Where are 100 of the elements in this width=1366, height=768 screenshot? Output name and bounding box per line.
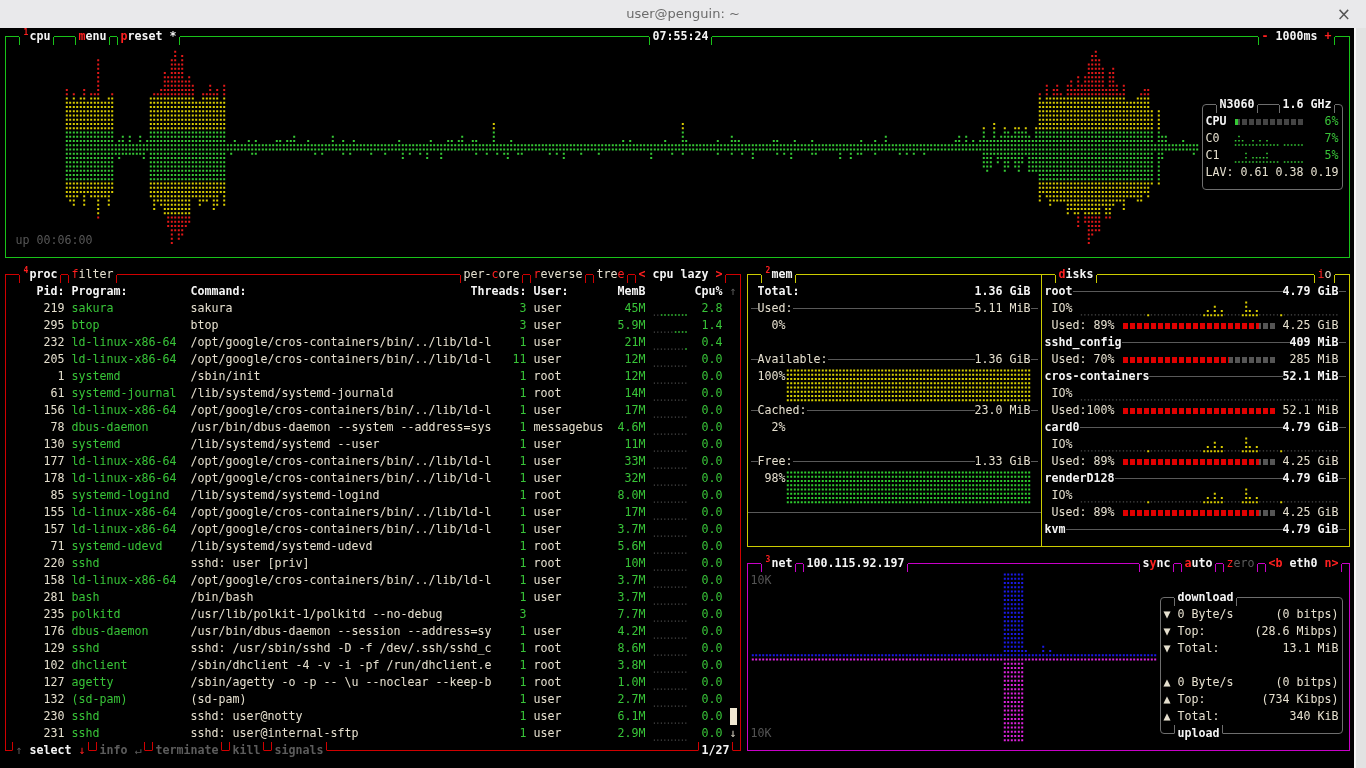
previous-interface-button[interactable]: <b bbox=[1268, 556, 1283, 570]
cpu-sparkline bbox=[653, 552, 686, 554]
memory-cell: 14M bbox=[624, 386, 646, 400]
header-option[interactable]: auto bbox=[1181, 555, 1216, 572]
key-hint: ↑ bbox=[15, 743, 23, 757]
command-cell: /opt/google/cros-containers/bin/../lib/ld-l bbox=[190, 505, 492, 519]
program-cell: dbus-daemon bbox=[71, 420, 149, 434]
cpu-sparkline bbox=[653, 654, 686, 656]
program-cell: dbus-daemon bbox=[71, 624, 149, 638]
disk-used: 52.1 MiB bbox=[1282, 403, 1339, 417]
filter-option[interactable]: filter bbox=[68, 266, 117, 283]
program-cell: dhclient bbox=[71, 658, 128, 672]
column-header[interactable]: Pid: bbox=[36, 284, 65, 298]
interval-increase-button[interactable]: + bbox=[1324, 29, 1332, 43]
key-hint: ↓ bbox=[78, 743, 86, 757]
column-header[interactable]: User: bbox=[533, 284, 569, 298]
disks-title[interactable]: disks bbox=[1055, 266, 1097, 283]
user-cell: user bbox=[533, 522, 562, 536]
pid-cell: 132 bbox=[43, 692, 65, 706]
command-cell: /opt/google/cros-containers/bin/../lib/ld-l bbox=[190, 335, 492, 349]
scroll-down-arrow[interactable]: ↓ bbox=[729, 725, 737, 742]
threads-cell: 1 bbox=[519, 471, 527, 485]
disk-name: renderD128 bbox=[1044, 470, 1115, 487]
column-header[interactable]: Threads: bbox=[470, 284, 527, 298]
rate-value: (28.6 Mibps) bbox=[1254, 623, 1339, 640]
cpu-label: CPU bbox=[1205, 113, 1227, 130]
memory-cell: 7.7M bbox=[617, 607, 646, 621]
footer-option[interactable]: select bbox=[29, 743, 72, 757]
pid-cell: 205 bbox=[43, 352, 65, 366]
scroll-thumb[interactable] bbox=[729, 708, 737, 725]
core-percent: 7% bbox=[1324, 130, 1339, 147]
cpu-cell: 0.0 bbox=[701, 352, 723, 366]
header-option[interactable]: preset * bbox=[117, 28, 180, 45]
pid-cell: 1 bbox=[57, 369, 65, 383]
user-cell: messagebus bbox=[533, 420, 604, 434]
rate-label: 0 Byte/s bbox=[1177, 606, 1234, 623]
threads-cell: 1 bbox=[519, 505, 527, 519]
memory-cell: 3.7M bbox=[617, 573, 646, 587]
used-percent: 100% bbox=[1086, 403, 1115, 417]
process-count: 1/27 bbox=[698, 742, 733, 759]
cpu-sparkline bbox=[653, 450, 686, 452]
user-cell: root bbox=[533, 386, 562, 400]
rate-arrow: ▼ bbox=[1163, 623, 1171, 640]
column-header[interactable]: Command: bbox=[190, 284, 247, 298]
memory-cell: 32M bbox=[624, 471, 646, 485]
cpu-sparkline bbox=[653, 518, 686, 520]
interval-decrease-button[interactable]: - bbox=[1261, 29, 1269, 43]
column-header[interactable]: MemB bbox=[617, 284, 646, 298]
program-cell: sakura bbox=[71, 301, 114, 315]
used-label: Used: bbox=[1051, 402, 1087, 419]
cpu-cell: 0.0 bbox=[701, 454, 723, 468]
user-cell: user bbox=[533, 437, 562, 451]
column-header[interactable]: Program: bbox=[71, 284, 128, 298]
header-option[interactable]: tree bbox=[593, 266, 628, 283]
rate-label: Top: bbox=[1177, 691, 1206, 708]
close-button[interactable]: × bbox=[1334, 5, 1353, 23]
used-label: Used: bbox=[1051, 504, 1087, 521]
memory-label: Available: bbox=[757, 351, 828, 368]
memory-cell: 17M bbox=[624, 403, 646, 417]
cpu-sparkline bbox=[653, 382, 686, 384]
rate-label: Total: bbox=[1177, 708, 1220, 725]
disk-name: root bbox=[1044, 283, 1073, 300]
pid-cell: 232 bbox=[43, 335, 65, 349]
command-cell: /opt/google/cros-containers/bin/../lib/ld-l bbox=[190, 522, 492, 536]
pid-cell: 78 bbox=[50, 420, 65, 434]
cpu-cell: 0.0 bbox=[701, 505, 723, 519]
program-cell: ld-linux-x86-64 bbox=[71, 352, 177, 366]
user-cell: user bbox=[533, 471, 562, 485]
user-cell: user bbox=[533, 505, 562, 519]
threads-cell: 1 bbox=[519, 709, 527, 723]
user-cell: root bbox=[533, 539, 562, 553]
pid-cell: 158 bbox=[43, 573, 65, 587]
terminal-scrollbar[interactable] bbox=[1354, 28, 1366, 768]
column-header[interactable]: Cpu% bbox=[694, 284, 723, 298]
next-interface-button[interactable]: n> bbox=[1324, 556, 1339, 570]
sort-next-button[interactable]: > bbox=[715, 267, 723, 281]
pid-cell: 281 bbox=[43, 590, 65, 604]
pid-cell: 129 bbox=[43, 641, 65, 655]
threads-cell: 1 bbox=[519, 522, 527, 536]
cpu-cell: 0.0 bbox=[701, 522, 723, 536]
memory-cell: 33M bbox=[624, 454, 646, 468]
cpu-sparkline bbox=[653, 331, 687, 333]
cpu-sparkline bbox=[653, 705, 686, 707]
user-cell: root bbox=[533, 658, 562, 672]
command-cell: /usr/bin/dbus-daemon --session --address=sy bbox=[190, 624, 492, 638]
io-toggle[interactable]: io bbox=[1314, 266, 1335, 283]
core-sparkline bbox=[1234, 152, 1303, 163]
threads-cell: 1 bbox=[519, 403, 527, 417]
pid-cell: 127 bbox=[43, 675, 65, 689]
sort-previous-button[interactable]: < bbox=[638, 267, 646, 281]
program-cell: systemd bbox=[71, 369, 121, 383]
memory-value: 1.36 GiB bbox=[974, 283, 1031, 300]
rate-value: (0 bitps) bbox=[1275, 674, 1339, 691]
panel-title: upload bbox=[1174, 725, 1223, 742]
memory-cell: 4.2M bbox=[617, 624, 646, 638]
pid-cell: 219 bbox=[43, 301, 65, 315]
rate-value: 13.1 MiB bbox=[1282, 640, 1339, 657]
program-cell: ld-linux-x86-64 bbox=[71, 522, 177, 536]
cpu-sparkline bbox=[653, 637, 686, 639]
cpu-sparkline bbox=[653, 433, 686, 435]
